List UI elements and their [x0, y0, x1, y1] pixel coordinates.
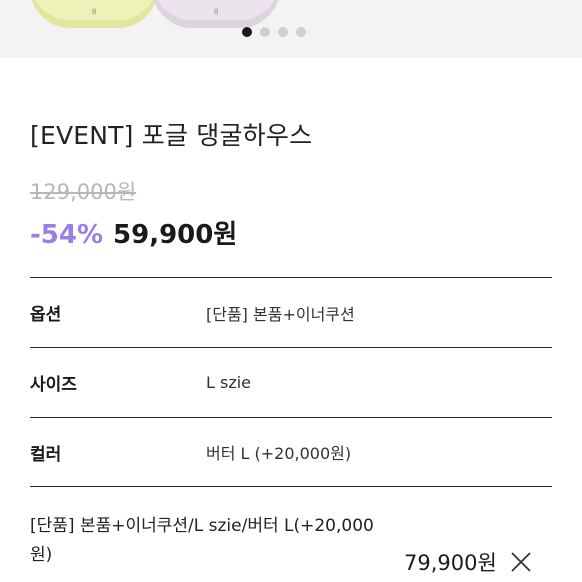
- color-label: 컬러: [30, 444, 62, 465]
- size-value[interactable]: L szie: [206, 373, 251, 392]
- option-row-size[interactable]: 사이즈 L szie: [30, 347, 552, 417]
- bed-logo: 윙: [91, 9, 97, 16]
- carousel-dot-3[interactable]: [278, 27, 288, 37]
- price-row: -54% 59,900원: [30, 214, 237, 251]
- carousel-dot-4[interactable]: [296, 27, 306, 37]
- product-image-yellow-bed: 윙: [30, 0, 158, 28]
- option-row-color[interactable]: 컬러 버터 L (+20,000원): [30, 417, 552, 487]
- sale-price: 59,900원: [113, 220, 238, 250]
- color-value[interactable]: 버터 L (+20,000원): [206, 440, 351, 464]
- options-table: 옵션 [단품] 본품+이너쿠션 사이즈 L szie 컬러 버터 L (+20,…: [30, 277, 552, 487]
- product-image-pink-bed: 윙: [152, 0, 280, 28]
- size-label: 사이즈: [30, 375, 77, 395]
- close-icon: [511, 552, 531, 572]
- selected-option-summary: [단품] 본품+이너쿠션/L szie/버터 L(+20,000원): [30, 516, 374, 565]
- product-image-carousel[interactable]: 윙 윙: [0, 0, 582, 58]
- selected-option-price: 79,900원: [404, 551, 497, 575]
- original-price: 129,000원: [30, 180, 137, 204]
- option-row-option[interactable]: 옵션 [단품] 본품+이너쿠션: [30, 277, 552, 347]
- bed-logo: 윙: [213, 9, 219, 16]
- remove-selection-button[interactable]: [508, 549, 534, 575]
- product-title: [EVENT] 포글 댕굴하우스: [30, 121, 313, 150]
- carousel-dot-2[interactable]: [260, 27, 270, 37]
- option-label: 옵션: [30, 305, 62, 325]
- carousel-dot-1[interactable]: [242, 27, 252, 37]
- option-value[interactable]: [단품] 본품+이너쿠션: [206, 301, 355, 325]
- carousel-indicator: [242, 27, 306, 37]
- discount-rate: -54%: [30, 220, 104, 250]
